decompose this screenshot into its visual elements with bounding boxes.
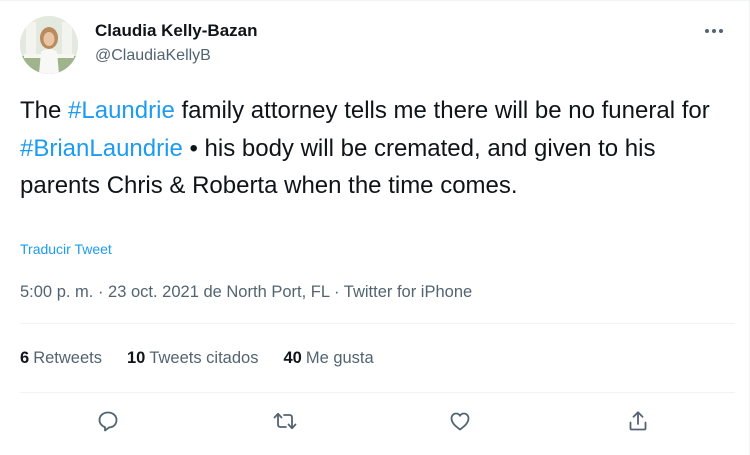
tweet-location-link[interactable]: de North Port, FL — [199, 283, 329, 301]
retweet-button[interactable] — [265, 399, 305, 443]
like-icon — [450, 412, 470, 431]
retweets-label: Retweets — [33, 349, 102, 367]
retweets-stat[interactable]: 6 Retweets — [20, 349, 102, 368]
tweet-text-segment: The — [20, 97, 69, 124]
divider — [20, 323, 735, 324]
meta-separator: · — [329, 283, 344, 301]
tweet-text-segment: family attorney tells me there will be n… — [174, 97, 710, 124]
quote-tweets-count: 10 — [126, 349, 146, 367]
quote-tweets-label: Tweets citados — [149, 349, 259, 367]
avatar-image — [20, 16, 78, 74]
more-icon — [705, 29, 723, 33]
reply-icon — [98, 411, 118, 432]
quote-tweets-stat[interactable]: 10 Tweets citados — [127, 349, 259, 368]
translate-tweet-link[interactable]: Traducir Tweet — [20, 241, 112, 257]
author-handle[interactable]: @ClaudiaKellyB — [95, 47, 211, 65]
divider — [20, 392, 735, 393]
likes-count: 40 — [283, 349, 302, 367]
like-button[interactable] — [440, 399, 480, 443]
retweet-icon — [273, 412, 297, 430]
meta-separator: · — [93, 283, 109, 301]
share-button[interactable] — [618, 399, 658, 443]
reply-button[interactable] — [88, 399, 128, 443]
author-name[interactable]: Claudia Kelly-Bazan — [95, 21, 258, 41]
tweet-source-link[interactable]: Twitter for iPhone — [344, 283, 472, 301]
retweets-count: 6 — [20, 349, 30, 367]
likes-stat[interactable]: 40 Me gusta — [283, 349, 373, 368]
share-icon — [629, 411, 647, 431]
tweet-time-link[interactable]: 5:00 p. m. — [20, 283, 93, 301]
more-options-button[interactable] — [696, 19, 732, 43]
tweet-actions — [20, 399, 735, 443]
likes-label: Me gusta — [305, 349, 374, 367]
tweet-stats: 6 Retweets 10 Tweets citados 40 Me gusta — [20, 349, 399, 368]
avatar[interactable] — [20, 16, 78, 74]
hashtag-laundrie-link[interactable]: #Laundrie — [68, 97, 175, 124]
tweet-meta: 5:00 p. m. · 23 oct. 2021 de North Port,… — [20, 283, 472, 302]
tweet-card: Claudia Kelly-Bazan @ClaudiaKellyB The #… — [0, 0, 750, 455]
hashtag-brianlaundrie-link[interactable]: #BrianLaundrie — [20, 135, 183, 162]
tweet-date-link[interactable]: 23 oct. 2021 — [108, 283, 199, 301]
tweet-text: The #Laundrie family attorney tells me t… — [20, 92, 735, 205]
